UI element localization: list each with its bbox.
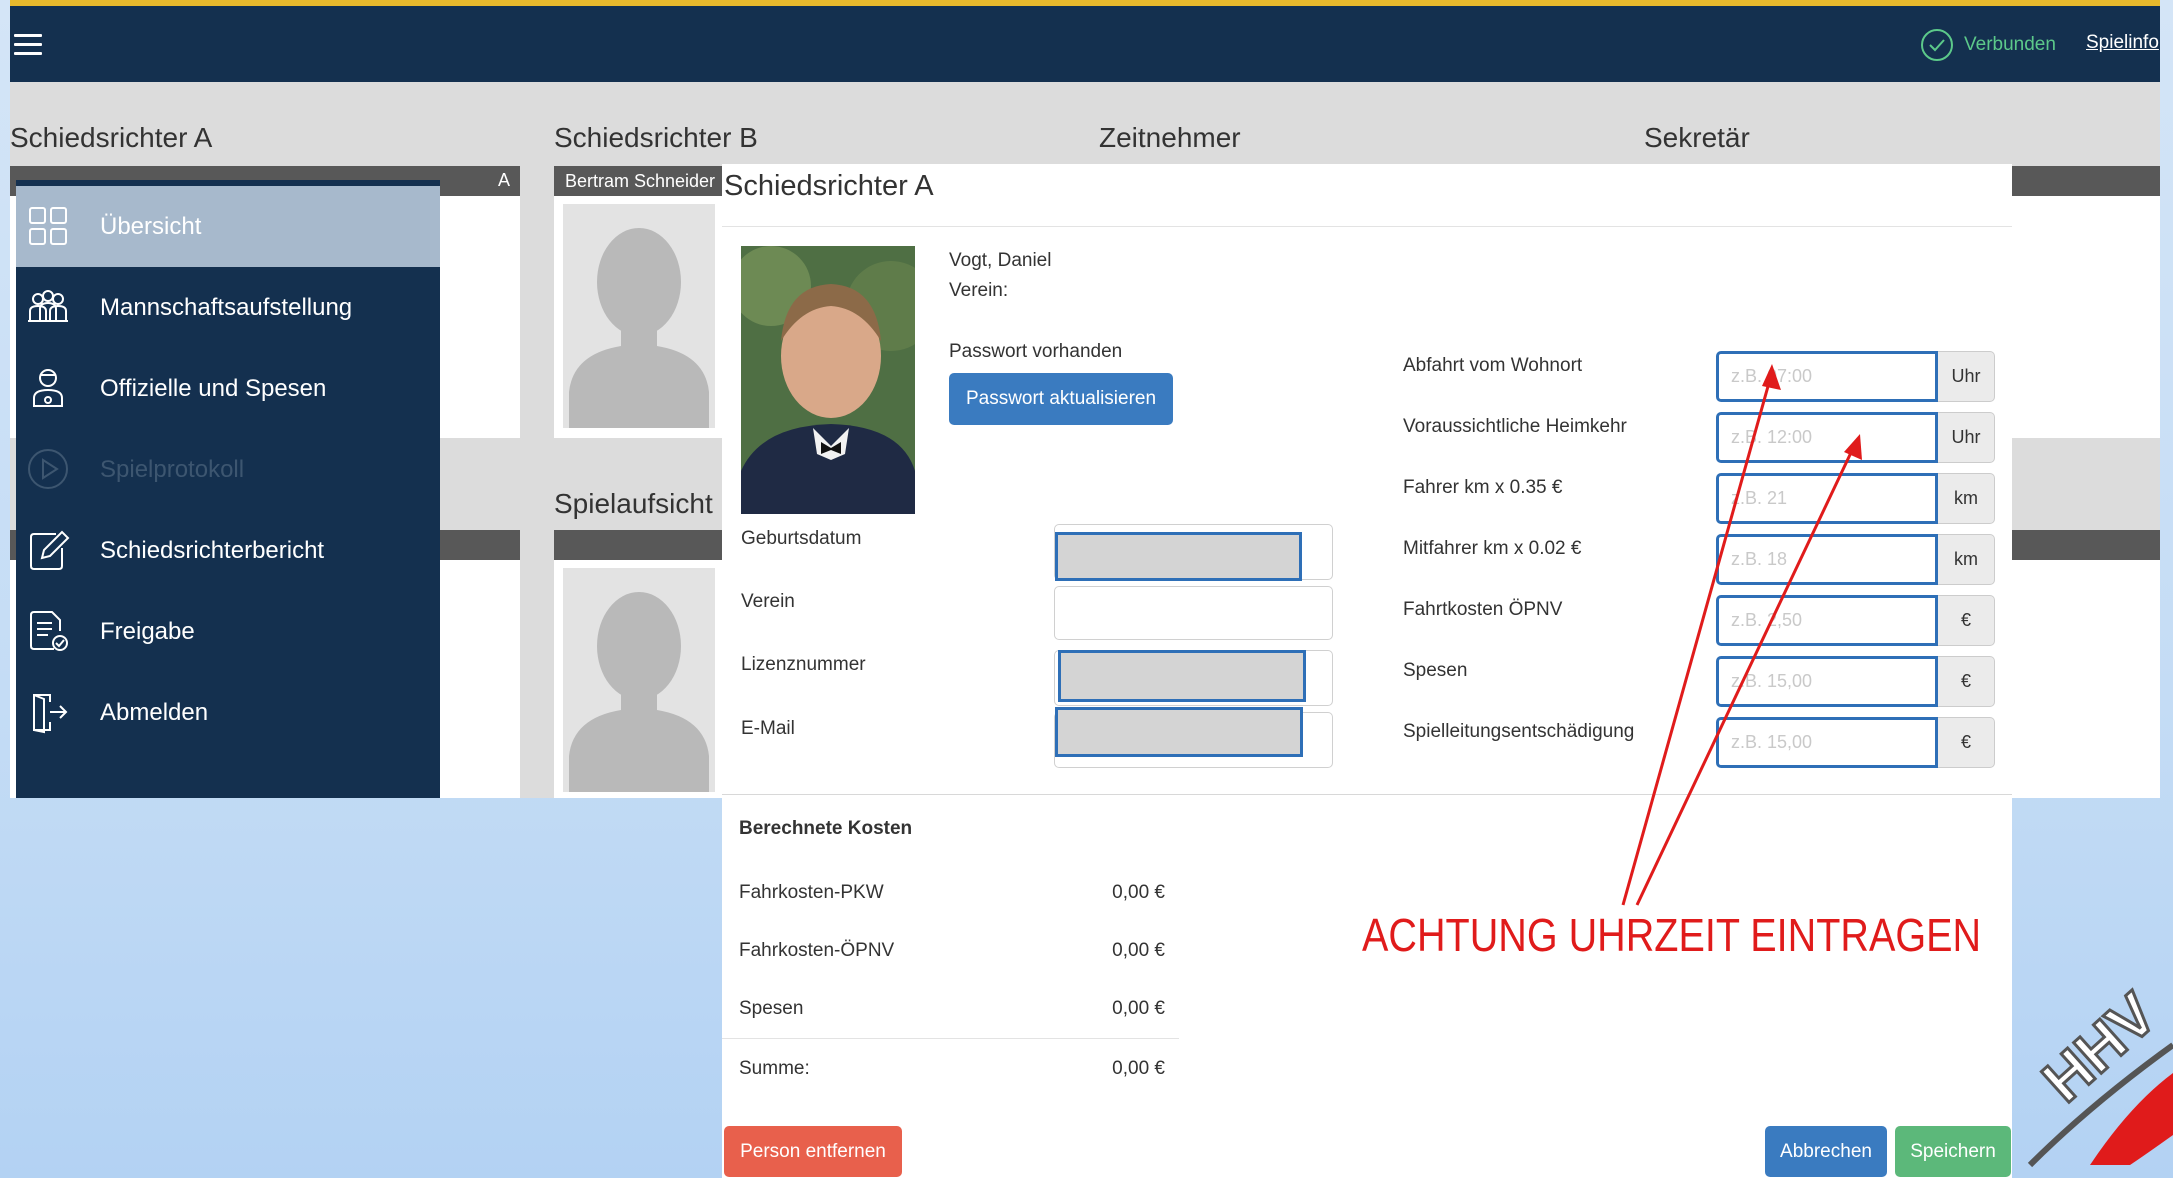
- annotation-arrow-line: [1635, 441, 1858, 906]
- annotation-arrow-head: [1844, 434, 1862, 460]
- annotation-arrows: [1621, 364, 1862, 906]
- annotation-arrow-line: [1621, 371, 1774, 906]
- annotation-arrow-head: [1762, 364, 1781, 390]
- annotation-warning-text: ACHTUNG UHRZEIT EINTRAGEN: [1362, 909, 1982, 961]
- hhv-logo: HHV: [2027, 985, 2173, 1168]
